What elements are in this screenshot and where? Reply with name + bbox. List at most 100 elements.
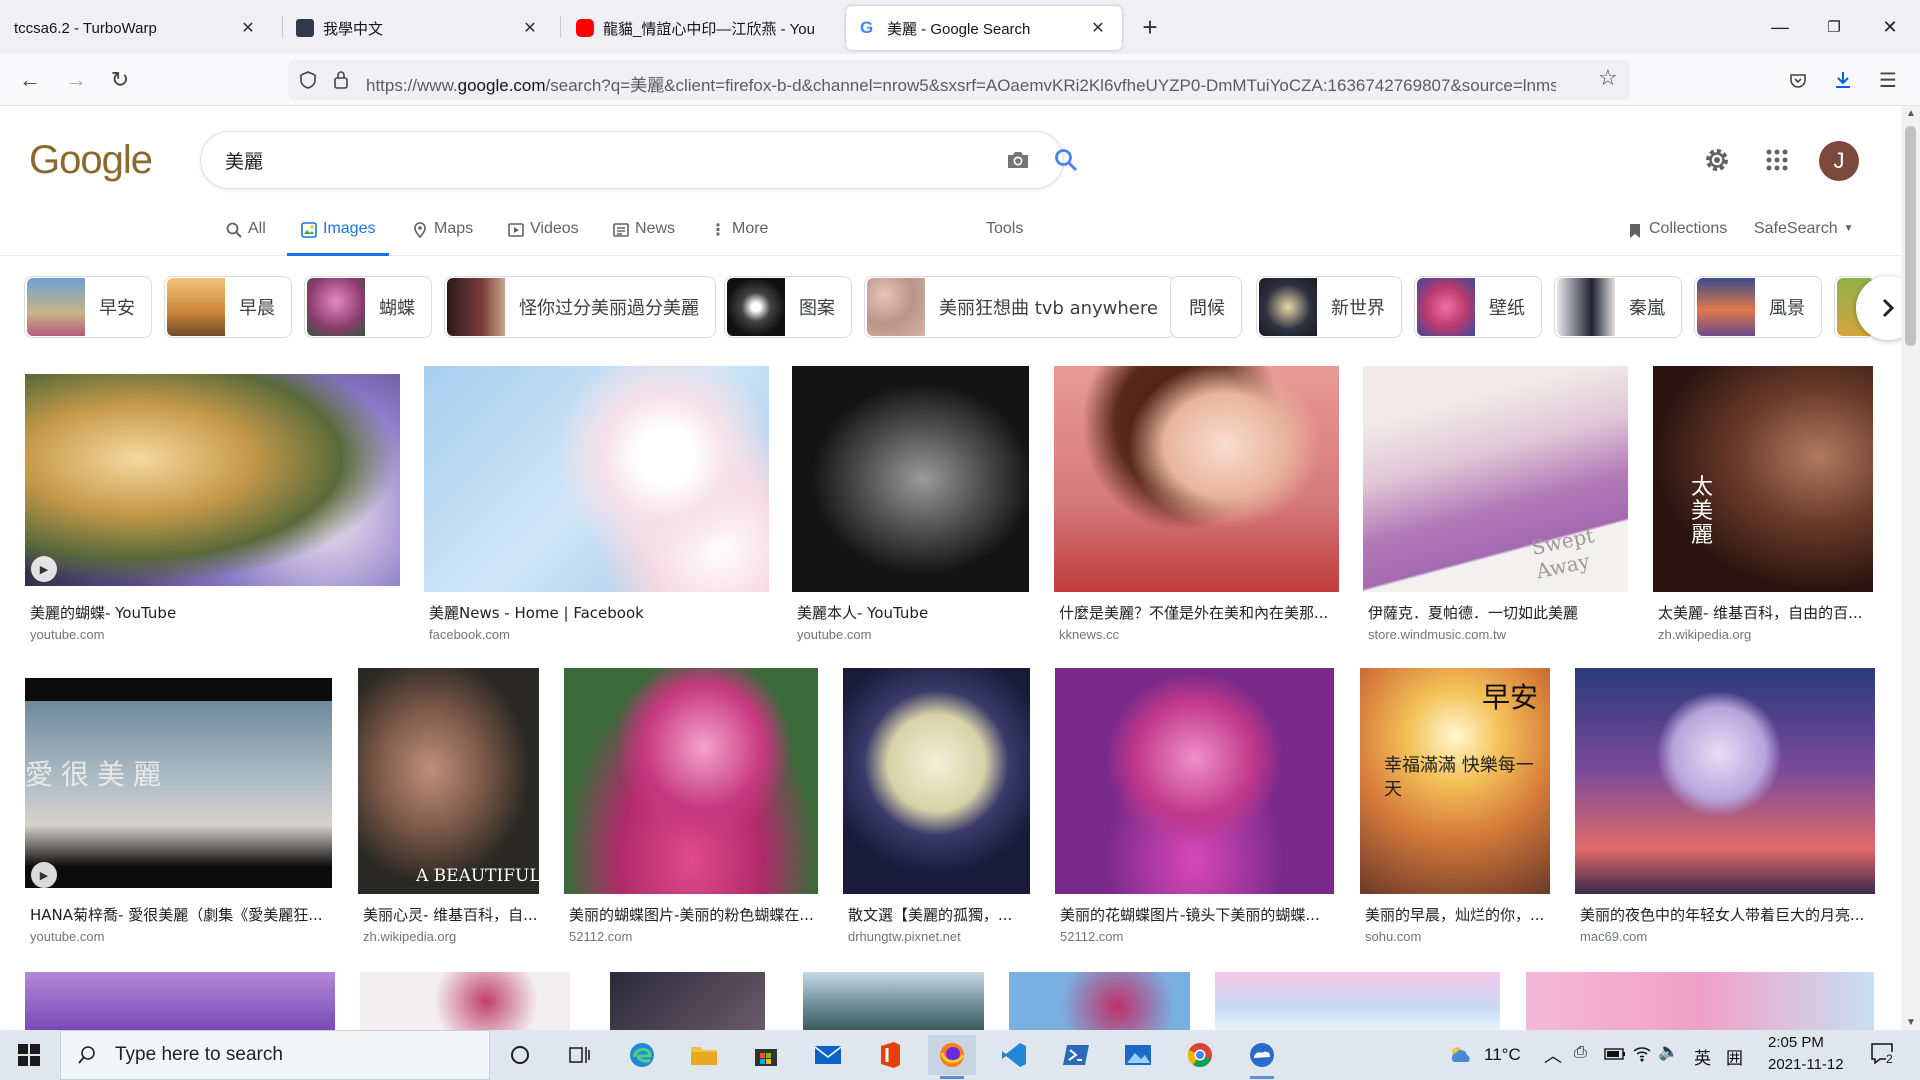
ime-mode-icon[interactable]: 囲 [1726,1044,1743,1069]
close-icon[interactable]: ✕ [520,18,540,38]
tab-images[interactable]: Images [287,220,390,256]
result-image[interactable]: 早安 幸福滿滿 快樂每一天 [1360,668,1550,894]
url-bar[interactable]: https://www.google.com/search?q=美麗&clien… [288,60,1630,100]
tab-news[interactable]: News [613,220,675,256]
result-caption[interactable]: 美丽的花蝴蝶图片-镜头下美丽的蝴蝶... [1060,904,1334,925]
result-image[interactable]: Swept Away [1363,366,1628,592]
result-caption[interactable]: 美丽的早晨，灿烂的你，... [1365,904,1550,925]
wifi-icon[interactable] [1632,1044,1652,1062]
chip[interactable]: 早晨 [164,276,292,338]
meet-now-icon[interactable]: ⎙ [1574,1044,1587,1062]
close-icon[interactable]: ✕ [238,18,258,38]
vscode-icon[interactable] [990,1035,1038,1075]
chip[interactable]: 問候 [1170,276,1242,338]
result-image[interactable] [1009,972,1190,1030]
lock-icon[interactable] [332,69,350,91]
result-image[interactable]: 太美麗 [1653,366,1873,592]
result-caption[interactable]: 太美麗- 维基百科，自由的百... [1658,602,1873,623]
ime-language-indicator[interactable]: 英 [1694,1044,1711,1069]
reload-button[interactable]: ↻ [104,64,136,96]
chip[interactable]: 秦嵐 [1554,276,1682,338]
result-caption[interactable]: 什麼是美麗？不僅是外在美和內在美那... [1059,602,1339,623]
tab-youtube[interactable]: 龍貓_情誼心中印—江欣燕 - You [562,6,844,50]
scroll-down-arrow-icon[interactable]: ▼ [1906,1017,1916,1028]
result-image[interactable] [792,366,1029,592]
safesearch-dropdown[interactable]: SafeSearch ▼ [1754,220,1854,256]
chip[interactable]: 蝴蝶 [304,276,432,338]
restore-button[interactable]: ❐ [1814,10,1854,44]
bookmark-star-icon[interactable]: ☆ [1598,65,1618,91]
weather-temperature[interactable]: 11°C [1484,1045,1521,1065]
chevron-up-icon[interactable]: ︿ [1544,1042,1562,1068]
search-box[interactable] [200,131,1078,189]
file-explorer-icon[interactable] [680,1035,728,1075]
result-image[interactable] [803,972,984,1030]
account-avatar[interactable]: J [1819,141,1859,181]
collections-button[interactable]: Collections [1627,220,1727,256]
result-image[interactable] [1526,972,1874,1030]
chip[interactable]: 怪你过分美丽過分美麗 [444,276,716,338]
photos-icon[interactable] [1114,1035,1162,1075]
firefox-icon[interactable] [928,1035,976,1079]
chip[interactable]: 美丽狂想曲 tvb anywhere [864,276,1175,338]
apps-grid-icon[interactable] [1766,149,1788,171]
google-logo[interactable]: Google [29,138,153,183]
shield-icon[interactable] [298,70,318,90]
app-cloud-icon[interactable] [1238,1035,1286,1079]
result-caption[interactable]: 美麗的蝴蝶- YouTube [30,602,400,623]
menu-icon[interactable]: ☰ [1872,64,1904,96]
tab-google-search[interactable]: G 美麗 - Google Search ✕ [846,6,1122,50]
result-image[interactable] [1055,668,1334,894]
result-image[interactable] [424,366,769,592]
weather-cloud-icon[interactable] [1448,1044,1474,1064]
chip[interactable]: 新世界 [1256,276,1402,338]
camera-icon[interactable] [1005,148,1031,172]
result-caption[interactable]: 美丽的蝴蝶图片-美丽的粉色蝴蝶在... [569,904,819,925]
start-button[interactable] [0,1030,58,1080]
back-button[interactable]: ← [14,64,46,96]
tab-turbowarp[interactable]: tccsa6.2 - TurboWarp ✕ [0,6,272,50]
result-image[interactable]: A BEAUTIFUL [358,668,541,894]
result-caption[interactable]: 美丽心灵- 维基百科，自... [363,904,539,925]
new-tab-button[interactable]: + [1135,12,1165,42]
chip[interactable]: 風景 [1694,276,1822,338]
task-view-icon[interactable] [556,1035,604,1075]
result-image[interactable] [360,972,570,1030]
result-image[interactable] [25,972,335,1030]
office-icon[interactable] [866,1035,914,1075]
page-scrollbar[interactable]: ▲ ▼ [1901,106,1920,1030]
result-image[interactable]: 愛很美麗 [25,678,332,888]
result-image[interactable] [564,668,818,894]
search-icon[interactable] [1053,147,1079,173]
close-icon[interactable]: ✕ [1088,18,1108,38]
search-input[interactable] [225,146,925,174]
chip[interactable]: 壁纸 [1414,276,1542,338]
powershell-icon[interactable] [1052,1035,1100,1075]
chrome-icon[interactable] [1176,1035,1224,1075]
tab-woxue[interactable]: 我學中文 ✕ [282,6,554,50]
result-image[interactable] [1575,668,1875,894]
store-icon[interactable] [742,1035,790,1075]
result-caption[interactable]: HANA菊梓喬- 愛很美麗（劇集《愛美麗狂... [30,904,330,925]
clock-time[interactable]: 2:05 PM [1768,1034,1824,1051]
download-icon[interactable] [1832,69,1854,91]
result-image[interactable] [1215,972,1500,1030]
cortana-icon[interactable] [496,1035,544,1075]
result-image[interactable] [1054,366,1339,592]
volume-icon[interactable]: 🔈 [1658,1042,1679,1062]
minimize-button[interactable]: ― [1760,10,1800,44]
result-image[interactable] [610,972,765,1030]
result-image[interactable] [843,668,1030,894]
settings-gear-icon[interactable] [1703,146,1731,174]
forward-button[interactable]: → [60,64,92,96]
result-caption[interactable]: 美丽的夜色中的年轻女人带着巨大的月亮... [1580,904,1876,925]
window-close-button[interactable]: ✕ [1870,10,1910,44]
result-caption[interactable]: 美麗News - Home | Facebook [429,602,769,623]
taskbar-search-box[interactable]: Type here to search [60,1030,490,1080]
tab-more[interactable]: ⋮ More [710,220,768,256]
result-image[interactable] [25,374,400,586]
chip[interactable]: 早安 [24,276,152,338]
edge-icon[interactable] [618,1035,666,1075]
tab-maps[interactable]: Maps [412,220,473,256]
scroll-up-arrow-icon[interactable]: ▲ [1906,108,1916,119]
